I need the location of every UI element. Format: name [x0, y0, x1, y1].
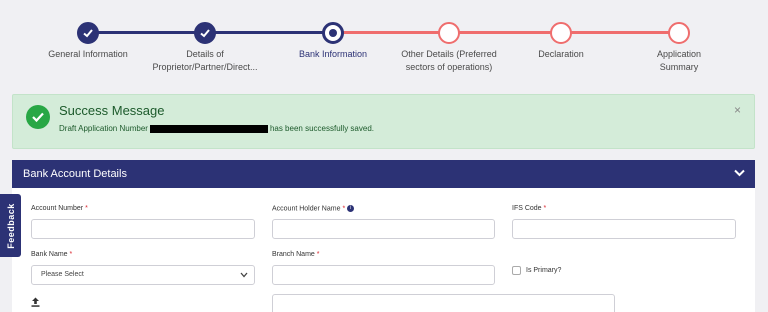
branch-name-input[interactable]	[272, 265, 495, 285]
check-icon	[200, 29, 210, 38]
branch-name-label: Branch Name *	[272, 251, 320, 258]
step-1-label[interactable]: General Information	[13, 48, 163, 61]
account-holder-name-input[interactable]	[272, 219, 495, 239]
step-4-label[interactable]: Other Details (Preferred sectors of oper…	[399, 48, 499, 74]
chevron-down-icon	[240, 272, 248, 278]
alert-title: Success Message	[59, 103, 165, 118]
step-3-label[interactable]: Bank Information	[258, 48, 408, 61]
account-holder-name-label: Account Holder Name * i	[272, 205, 355, 212]
success-alert: Success Message Draft Application Number…	[12, 94, 755, 149]
step-4-node[interactable]	[438, 22, 460, 44]
step-1-node[interactable]	[77, 22, 99, 44]
check-circle-icon	[26, 105, 50, 129]
bank-name-selected: Please Select	[41, 271, 84, 278]
account-number-input[interactable]	[31, 219, 255, 239]
alert-message: Draft Application Number has been success…	[59, 124, 374, 133]
ifs-code-input[interactable]	[512, 219, 736, 239]
upload-icon[interactable]	[31, 297, 40, 307]
check-icon	[83, 29, 93, 38]
step-3-node[interactable]	[322, 22, 344, 44]
feedback-label: Feedback	[5, 202, 16, 249]
bank-name-label: Bank Name *	[31, 251, 73, 258]
bank-account-panel-body: Account Number * Account Holder Name * i …	[12, 188, 755, 312]
stepper-line-pending	[333, 31, 678, 34]
redacted-application-number	[149, 124, 268, 133]
bank-account-panel-header[interactable]: Bank Account Details	[12, 160, 755, 188]
bank-name-select[interactable]: Please Select	[31, 265, 255, 285]
progress-stepper: General Information Details of Proprieto…	[10, 4, 758, 86]
feedback-tab[interactable]: Feedback	[0, 194, 21, 257]
alert-text-after: has been successfully saved.	[269, 124, 374, 133]
info-icon[interactable]: i	[347, 205, 355, 212]
step-6-node[interactable]	[668, 22, 690, 44]
step-2-node[interactable]	[194, 22, 216, 44]
step-5-node[interactable]	[550, 22, 572, 44]
is-primary-label: Is Primary?	[526, 267, 562, 274]
step-5-label[interactable]: Declaration	[486, 48, 636, 61]
step-6-label[interactable]: Application Summary	[644, 48, 714, 74]
is-primary-checkbox[interactable]	[512, 266, 521, 275]
account-number-label: Account Number *	[31, 205, 88, 212]
close-alert-button[interactable]: ×	[734, 103, 741, 117]
step-2-label[interactable]: Details of Proprietor/Partner/Direct...	[150, 48, 260, 74]
alert-text-before: Draft Application Number	[59, 124, 148, 133]
chevron-down-icon[interactable]	[734, 169, 745, 177]
ifs-code-label: IFS Code *	[512, 205, 547, 212]
panel-title: Bank Account Details	[23, 168, 127, 180]
file-input[interactable]	[272, 294, 615, 312]
